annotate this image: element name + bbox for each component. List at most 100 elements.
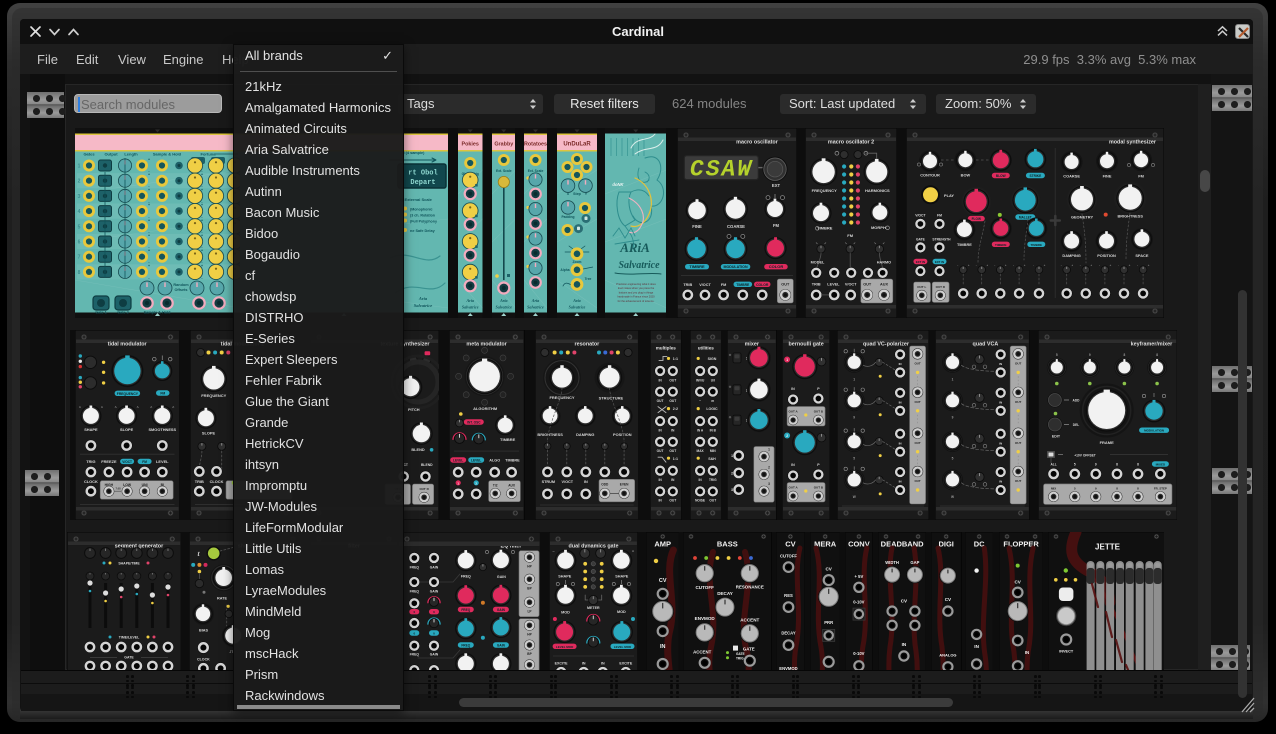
svg-text:OUT R: OUT R [419,487,429,491]
svg-text:Salvatrice: Salvatrice [462,304,479,309]
svg-text:Length: Length [124,152,138,157]
svg-text:8: 8 [1116,462,1118,466]
svg-text:WIDTH: WIDTH [885,560,899,565]
svg-text:STRENGTH: STRENGTH [932,237,951,241]
svg-text:Tree: Tree [585,277,592,281]
svg-text:^: ^ [136,406,138,410]
svg-text:1: 1 [78,164,81,170]
svg-text:+: + [201,249,203,253]
svg-text:+: + [201,188,203,192]
svg-text:^: ^ [150,406,152,410]
svg-text:9: 9 [1094,462,1096,466]
svg-text:+: + [1148,263,1150,267]
svg-text:TIMBRE: TIMBRE [957,242,972,247]
svg-text:Random: Random [173,283,189,287]
svg-text:+: + [148,158,150,162]
svg-text:SMOOTHNESS: SMOOTHNESS [148,427,176,432]
svg-text:IN: IN [898,401,901,405]
svg-text:2: 2 [768,465,770,469]
svg-text:IN: IN [898,480,901,484]
svg-text:GAP: GAP [910,560,919,565]
svg-text:IN: IN [601,661,605,665]
svg-text:CONTOUR: CONTOUR [920,173,940,178]
svg-text:FM: FM [847,233,853,238]
svg-text:LEVEL MOD: LEVEL MOD [556,645,574,649]
svg-text:Salvatrice: Salvatrice [527,304,544,309]
svg-text:+: + [148,249,150,253]
svg-text:COLOR: COLOR [756,283,769,287]
svg-text:MOD: MOD [561,610,570,614]
svg-text:TIME/LEVEL: TIME/LEVEL [119,635,140,639]
svg-text:1: 1 [952,377,954,381]
svg-text:SHAPE: SHAPE [84,427,98,432]
svg-text:Offsets: Offsets [174,288,187,292]
svg-text:Zoom: Zoom [573,260,582,264]
svg-text:S&H: S&H [708,457,716,461]
svg-text:MODULATION: MODULATION [723,265,747,269]
svg-text:GAIN: GAIN [430,590,439,594]
svg-text:6: 6 [78,240,81,246]
svg-text:TIMBRE: TIMBRE [995,243,1007,247]
svg-text:Salvatrice: Salvatrice [569,304,586,309]
svg-text:IN: IN [660,644,666,650]
svg-text:MOD: MOD [617,610,626,614]
svg-text:STRUM: STRUM [541,480,554,484]
svg-text:1: 1 [786,358,788,362]
svg-text:+: + [148,203,150,207]
svg-text:ACCENT: ACCENT [740,617,759,622]
svg-text:GAIN: GAIN [497,643,506,647]
svg-text:+: + [148,173,150,177]
svg-text:LEVEL: LEVEL [471,458,481,462]
svg-text:1: 1 [768,448,770,452]
svg-text:CUTOFF: CUTOFF [780,553,797,558]
svg-text:TRIG: TRIG [736,656,744,660]
svg-text:GATE: GATE [916,237,926,241]
svg-text:COLOR: COLOR [768,264,783,269]
svg-text:+: + [1090,263,1092,267]
svg-text:IN A: IN A [697,429,704,433]
svg-text:~: ~ [699,399,701,403]
svg-text:+: + [1071,263,1073,267]
svg-text:Depart: Depart [410,179,435,187]
svg-text:IN: IN [999,441,1002,445]
svg-text:doNK: doNK [612,182,624,187]
svg-text:INT. OSC: INT. OSC [467,421,481,425]
svg-text:LEVEL MOD: LEVEL MOD [614,645,632,649]
svg-text:Fortuna: Fortuna [201,152,217,157]
svg-text:SLOPE: SLOPE [119,427,133,432]
svg-text:FLOW: FLOW [972,217,981,221]
svg-text:+: + [201,264,203,268]
svg-text:AUX: AUX [880,282,888,286]
svg-text:FREQUENCY: FREQUENCY [116,392,138,396]
svg-text:OUT: OUT [670,378,677,382]
svg-text:CV: CV [825,567,832,572]
svg-text:HARMONICS: HARMONICS [865,188,890,193]
svg-text:+: + [201,234,203,238]
svg-text:Aria: Aria [572,298,580,303]
svg-text:CV: CV [1014,580,1021,585]
svg-text:FREQUENCY: FREQUENCY [812,188,837,193]
svg-text:IN: IN [999,480,1002,484]
svg-text:2: 2 [731,471,733,475]
svg-text:FREQUENCY: FREQUENCY [549,395,574,400]
svg-text:IN: IN [999,362,1002,366]
svg-text:for the advancement of science: for the advancement of science. [617,299,654,303]
svg-text:EXT: EXT [771,183,780,188]
svg-text:HARMO: HARMO [877,261,891,265]
svg-text:IN: IN [898,441,901,445]
svg-text:FM: FM [937,214,942,218]
svg-text:7.68: 7.68 [115,487,121,491]
svg-text:BIAS: BIAS [199,628,209,632]
svg-text:GAIN: GAIN [430,566,439,570]
svg-text:8: 8 [1123,353,1125,357]
svg-text:-: - [976,263,977,267]
svg-text:MODEL: MODEL [811,261,825,265]
svg-text:ne Safe Delay: ne Safe Delay [410,229,436,233]
svg-text:ARiA: ARiA [619,240,650,255]
svg-text:U/I: U/I [711,378,715,382]
svg-text:ALGO: ALGO [490,458,501,462]
svg-text:quad VC-polarizer: quad VC-polarizer [863,342,910,348]
svg-text:(Monophonic: (Monophonic [410,208,433,212]
svg-text:4: 4 [78,209,81,215]
svg-text:-: - [994,263,995,267]
